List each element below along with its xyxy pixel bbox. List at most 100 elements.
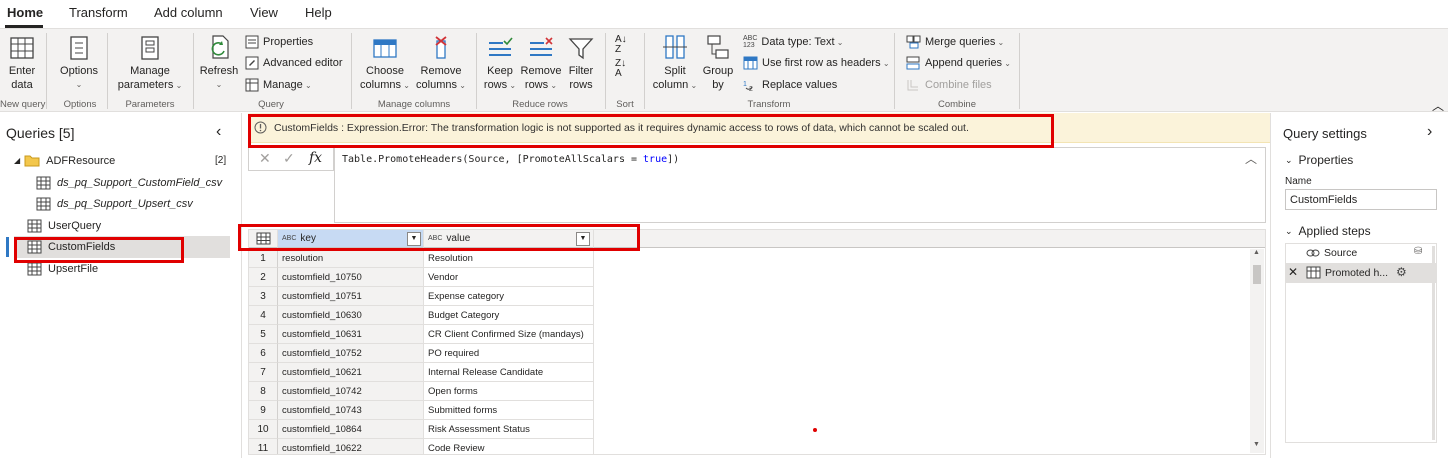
tab-home[interactable]: Home [7, 5, 43, 20]
choose-columns-button[interactable]: Choose columns ⌄ [357, 35, 413, 93]
cell-value[interactable]: Expense category [424, 287, 594, 306]
cell-key[interactable]: customfield_10750 [278, 268, 424, 287]
collapse-ribbon-chevron-icon[interactable]: ︿ [1432, 97, 1444, 114]
manage-button[interactable]: Manage ⌄ [245, 78, 312, 92]
cell-key[interactable]: customfield_10752 [278, 344, 424, 363]
chevron-down-icon: ⌄ [880, 58, 890, 68]
step-promoted-headers[interactable]: Promoted h... [1306, 266, 1388, 279]
row-number[interactable]: 3 [249, 287, 278, 306]
applied-steps-section-header[interactable]: ⌄ Applied steps [1285, 224, 1371, 238]
row-number[interactable]: 1 [249, 249, 278, 268]
expand-triangle-icon[interactable]: ◢ [14, 156, 20, 165]
step-source[interactable]: Source [1306, 247, 1357, 259]
split-column-icon [663, 35, 687, 59]
group-separator [605, 33, 606, 109]
data-type-dropdown[interactable]: ABC 123 Data type: Text ⌄ [743, 35, 844, 49]
row-number[interactable]: 7 [249, 363, 278, 382]
sort-descending-button[interactable]: Z↓ A [615, 59, 626, 79]
split-column-button[interactable]: Split column ⌄ [652, 33, 698, 93]
scroll-up-icon[interactable]: ▲ [1253, 249, 1260, 256]
vertical-scrollbar[interactable]: ▲ ▼ [1250, 249, 1264, 453]
cell-key[interactable]: customfield_10630 [278, 306, 424, 325]
cell-key[interactable]: customfield_10621 [278, 363, 424, 382]
collapse-formula-chevron-icon[interactable]: ︿ [1245, 150, 1257, 167]
replace-values-button[interactable]: 12 Replace values [743, 78, 837, 92]
tab-view[interactable]: View [250, 5, 278, 20]
enter-data-button[interactable]: Enter data [2, 35, 42, 92]
gear-icon[interactable]: ⚙ [1396, 265, 1407, 279]
tab-help[interactable]: Help [305, 5, 332, 20]
table-icon [36, 197, 51, 211]
collapse-settings-chevron-icon[interactable]: › [1427, 123, 1432, 141]
advanced-editor-icon [245, 56, 259, 70]
scrollbar-thumb[interactable] [1253, 265, 1261, 284]
query-item-upsertfile[interactable]: UpsertFile [27, 262, 98, 276]
group-label-manage-columns: Manage columns [377, 99, 451, 110]
sort-ascending-button[interactable]: A↓ Z [615, 35, 627, 55]
table-icon [27, 219, 42, 233]
row-number[interactable]: 6 [249, 344, 278, 363]
advanced-editor-button[interactable]: Advanced editor [245, 56, 343, 70]
cell-value[interactable]: CR Client Confirmed Size (mandays) [424, 325, 594, 344]
delete-step-icon[interactable]: ✕ [1288, 265, 1298, 279]
database-settings-icon[interactable]: ⛁ [1414, 246, 1422, 257]
cell-key[interactable]: resolution [278, 249, 424, 268]
cell-key[interactable]: customfield_10743 [278, 401, 424, 420]
refresh-button[interactable]: Refresh ⌄ [199, 33, 239, 92]
cell-value[interactable]: Budget Category [424, 306, 594, 325]
row-number[interactable]: 8 [249, 382, 278, 401]
scroll-down-icon[interactable]: ▼ [1253, 441, 1260, 448]
query-settings-title: Query settings [1283, 126, 1367, 141]
row-number[interactable]: 10 [249, 420, 278, 439]
append-queries-dropdown[interactable]: Append queries ⌄ [906, 56, 1011, 70]
cell-value[interactable]: Submitted forms [424, 401, 594, 420]
cell-key[interactable]: customfield_10751 [278, 287, 424, 306]
group-separator [107, 33, 108, 109]
cell-value[interactable]: PO required [424, 344, 594, 363]
row-number[interactable]: 2 [249, 268, 278, 287]
properties-button[interactable]: Properties [245, 35, 313, 49]
properties-section-header[interactable]: ⌄ Properties [1285, 153, 1353, 167]
keep-rows-icon [489, 37, 513, 56]
keep-rows-button[interactable]: Keep rows ⌄ [481, 35, 519, 93]
cell-value[interactable]: Internal Release Candidate [424, 363, 594, 382]
table-icon [36, 176, 51, 190]
row-number[interactable]: 4 [249, 306, 278, 325]
steps-scrollbar[interactable] [1432, 246, 1435, 440]
use-first-row-as-headers-button[interactable]: Use first row as headers ⌄ [743, 56, 890, 70]
row-number[interactable]: 9 [249, 401, 278, 420]
query-item-ds-pq-support-upsert-csv[interactable]: ds_pq_Support_Upsert_csv [36, 197, 193, 211]
cell-value[interactable]: Resolution [424, 249, 594, 268]
cell-key[interactable]: customfield_10864 [278, 420, 424, 439]
cell-key[interactable]: customfield_10631 [278, 325, 424, 344]
row-number[interactable]: 11 [249, 439, 278, 454]
commit-formula-icon[interactable]: ✓ [283, 150, 295, 167]
remove-columns-button[interactable]: Remove columns ⌄ [413, 35, 469, 93]
query-item-userquery[interactable]: UserQuery [27, 219, 101, 233]
cell-key[interactable]: customfield_10622 [278, 439, 424, 454]
query-item-ds-pq-support-customfield-csv[interactable]: ds_pq_Support_CustomField_csv [36, 176, 222, 190]
cell-value[interactable]: Vendor [424, 268, 594, 287]
cancel-formula-icon[interactable]: ✕ [259, 150, 271, 167]
svg-text:1: 1 [743, 81, 747, 88]
cell-value[interactable]: Code Review [424, 439, 594, 454]
remove-rows-button[interactable]: Remove rows ⌄ [519, 35, 563, 93]
formula-editor[interactable]: Table.PromoteHeaders(Source, [PromoteAll… [334, 147, 1266, 223]
group-by-button[interactable]: Group by [700, 33, 736, 92]
collapse-queries-chevron-icon[interactable]: ‹ [216, 123, 221, 141]
options-button[interactable]: Options ⌄ [58, 35, 100, 92]
cell-value[interactable]: Open forms [424, 382, 594, 401]
group-label-new-query: New query [0, 99, 46, 110]
function-fx-icon[interactable]: fx [309, 150, 322, 166]
table-grid-icon [10, 37, 34, 59]
manage-parameters-button[interactable]: Manage parameters ⌄ [114, 35, 186, 93]
cell-value[interactable]: Risk Assessment Status [424, 420, 594, 439]
query-folder-adfresource[interactable]: ◢ ADFResource [14, 154, 115, 167]
tab-transform[interactable]: Transform [69, 5, 128, 20]
tab-add-column[interactable]: Add column [154, 5, 223, 20]
row-number[interactable]: 5 [249, 325, 278, 344]
query-name-input[interactable] [1285, 189, 1437, 210]
cell-key[interactable]: customfield_10742 [278, 382, 424, 401]
merge-queries-dropdown[interactable]: Merge queries ⌄ [906, 35, 1004, 49]
filter-rows-button[interactable]: Filter rows [563, 35, 599, 92]
